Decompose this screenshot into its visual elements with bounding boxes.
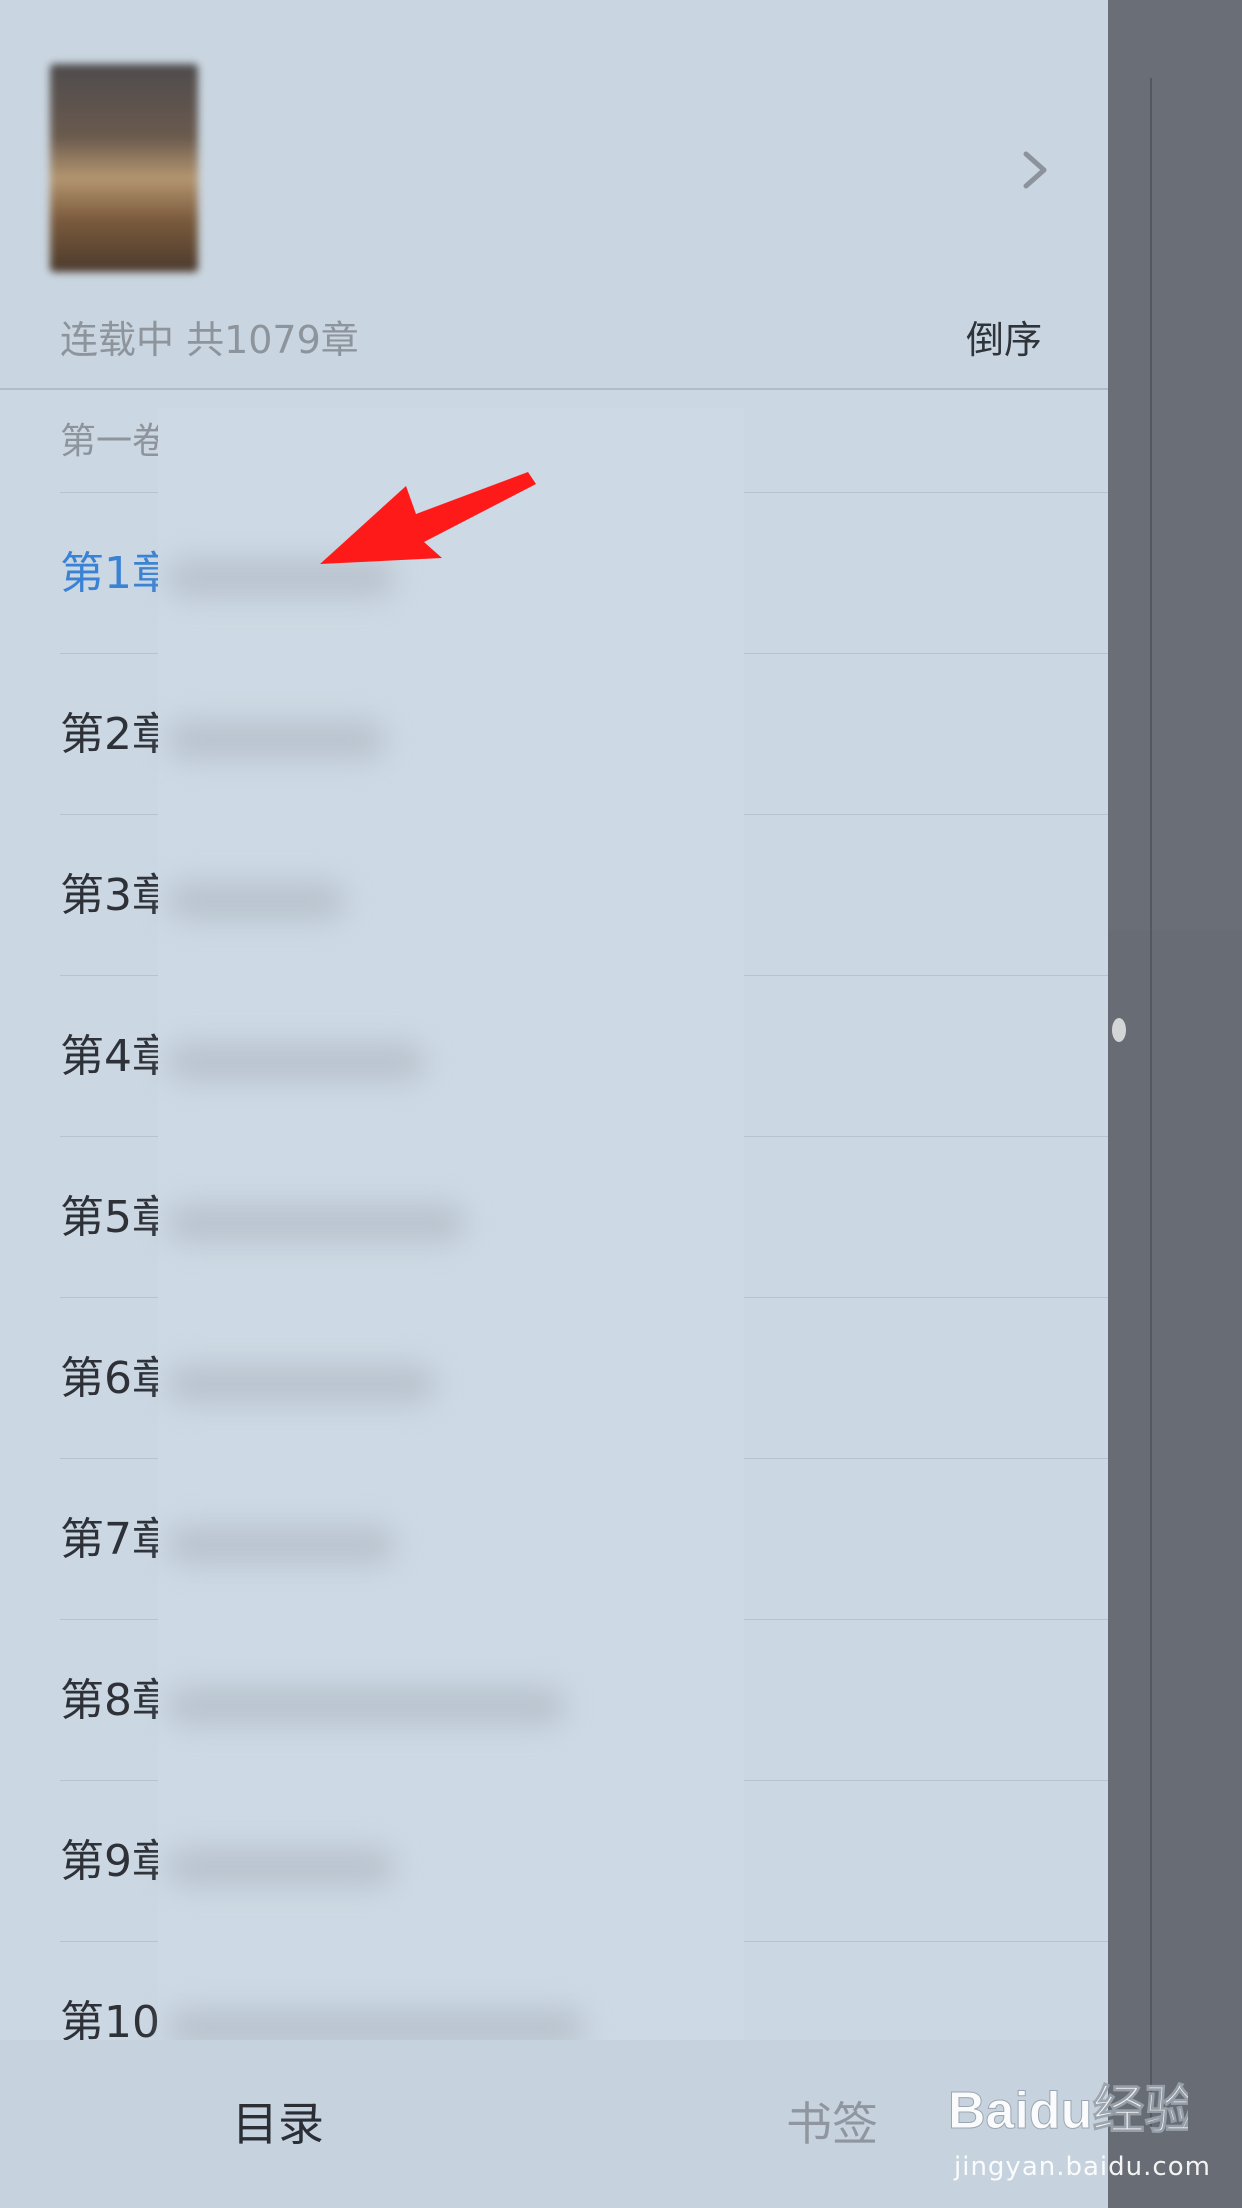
- volume-label: 第一卷: [60, 421, 169, 462]
- privacy-blur: [158, 408, 744, 2050]
- blurred-title: [166, 1686, 566, 1726]
- chevron-right-icon[interactable]: [1016, 146, 1056, 194]
- blurred-title: [166, 1042, 426, 1082]
- reading-page-overlay[interactable]: [1108, 0, 1242, 2208]
- book-header[interactable]: [0, 0, 1108, 290]
- book-author: [250, 182, 400, 216]
- reverse-order-button[interactable]: 倒序: [966, 312, 1042, 368]
- blurred-title: [166, 1203, 466, 1243]
- tab-bookmarks[interactable]: 书签: [786, 2094, 878, 2154]
- book-cover: [50, 64, 198, 272]
- blurred-title: [166, 881, 346, 921]
- tab-table-of-contents[interactable]: 目录: [232, 2094, 324, 2154]
- watermark-url: jingyan.baidu.com: [954, 2152, 1211, 2182]
- book-title: [234, 98, 594, 150]
- serial-status: 连载中 共1079章: [60, 318, 359, 362]
- watermark-brand: Baidu经验: [948, 2082, 1188, 2140]
- blurred-title: [166, 720, 386, 760]
- bottom-tab-bar: 目录 书签: [0, 2040, 1108, 2208]
- blurred-title: [166, 1525, 396, 1565]
- page-edge: [1108, 0, 1242, 930]
- catalog-status-bar: 连载中 共1079章 倒序: [0, 290, 1108, 390]
- page-ornament: [1112, 1018, 1126, 1042]
- page-border: [1150, 78, 1152, 2128]
- screen: 连载中 共1079章 倒序 第一卷 第1章 第2章 第3章 第4章 第5章 第6…: [0, 0, 1242, 2208]
- catalog-drawer: 连载中 共1079章 倒序 第一卷 第1章 第2章 第3章 第4章 第5章 第6…: [0, 0, 1108, 2208]
- blurred-title: [166, 1847, 396, 1887]
- blurred-title: [166, 1364, 436, 1404]
- red-arrow-icon: [300, 462, 540, 578]
- baidu-jingyan-watermark: Baidu经验 jingyan.baidu.com: [948, 2068, 1210, 2188]
